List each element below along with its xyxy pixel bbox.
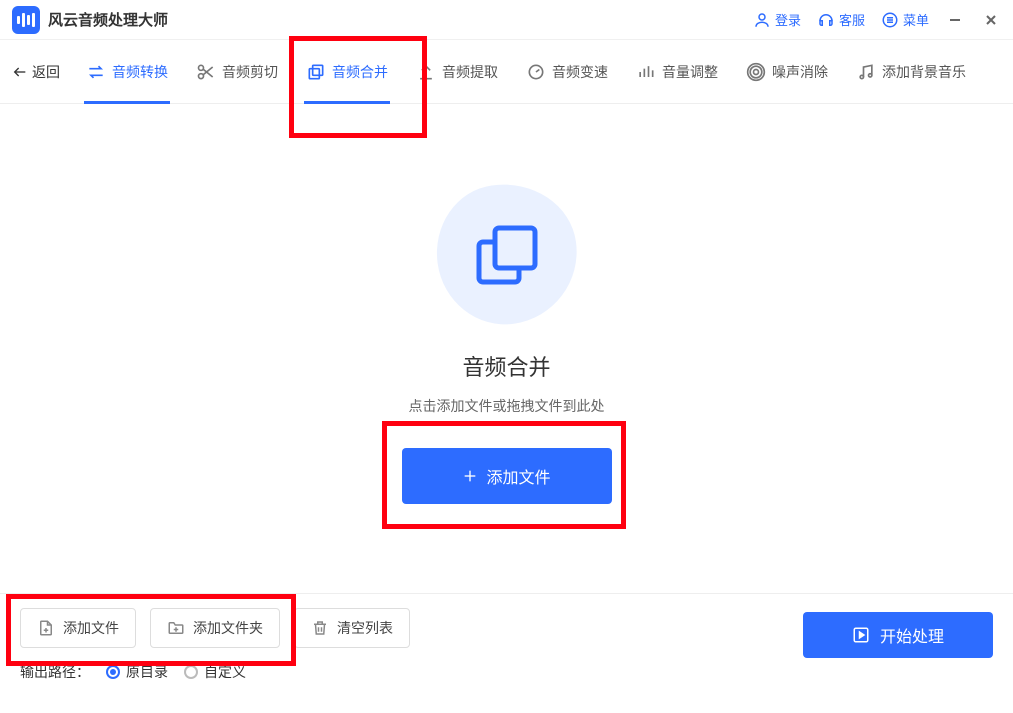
radio-dot-icon <box>184 665 198 679</box>
main-subtitle: 点击添加文件或拖拽文件到此处 <box>409 396 605 416</box>
app-title: 风云音频处理大师 <box>48 9 168 30</box>
back-label: 返回 <box>32 62 60 82</box>
logo-bars-icon <box>17 13 35 27</box>
arrow-left-icon <box>12 64 28 80</box>
volume-icon <box>636 62 656 82</box>
bottom-bar: 添加文件 添加文件夹 清空列表 输出路径： 原目录 自定义 开始处理 <box>0 593 1013 713</box>
nav-merge-label: 音频合并 <box>332 62 388 82</box>
titlebar: 风云音频处理大师 登录 客服 菜单 <box>0 0 1013 40</box>
nav-volume[interactable]: 音量调整 <box>626 40 728 104</box>
radio-custom-dir[interactable]: 自定义 <box>184 662 246 682</box>
bottom-row-output: 输出路径： 原目录 自定义 <box>20 662 993 682</box>
user-icon <box>753 11 771 29</box>
nav-speed[interactable]: 音频变速 <box>516 40 618 104</box>
close-button[interactable] <box>981 10 1001 30</box>
clear-list-label: 清空列表 <box>337 618 393 638</box>
plus-icon <box>462 468 478 484</box>
play-icon <box>852 626 870 644</box>
main-area: 音频合并 点击添加文件或拖拽文件到此处 添加文件 <box>0 104 1013 583</box>
radio-custom-label: 自定义 <box>204 662 246 682</box>
start-process-button[interactable]: 开始处理 <box>803 612 993 658</box>
nav-convert[interactable]: 音频转换 <box>76 40 178 104</box>
nav-bgm[interactable]: 添加背景音乐 <box>846 40 976 104</box>
minimize-button[interactable] <box>945 10 965 30</box>
menu-icon <box>881 11 899 29</box>
denoise-icon <box>746 62 766 82</box>
speed-icon <box>526 62 546 82</box>
radio-original-label: 原目录 <box>126 662 168 682</box>
folder-plus-icon <box>167 619 185 637</box>
merge-squares-icon <box>471 220 543 292</box>
nav-volume-label: 音量调整 <box>662 62 718 82</box>
trash-icon <box>311 619 329 637</box>
nav-cut[interactable]: 音频剪切 <box>186 40 288 104</box>
menu-label: 菜单 <box>903 10 929 29</box>
add-folder-label: 添加文件夹 <box>193 618 263 638</box>
add-file-button[interactable]: 添加文件 <box>20 608 136 648</box>
add-file-main-label: 添加文件 <box>486 464 550 488</box>
support-label: 客服 <box>839 10 865 29</box>
radio-dot-icon <box>106 665 120 679</box>
extract-icon <box>416 62 436 82</box>
back-button[interactable]: 返回 <box>12 62 60 82</box>
bgm-icon <box>856 62 876 82</box>
add-file-label: 添加文件 <box>63 618 119 638</box>
cut-icon <box>196 62 216 82</box>
convert-icon <box>86 62 106 82</box>
nav-denoise[interactable]: 噪声消除 <box>736 40 838 104</box>
radio-original-dir[interactable]: 原目录 <box>106 662 168 682</box>
close-icon <box>984 13 998 27</box>
minimize-icon <box>948 13 962 27</box>
file-plus-icon <box>37 619 55 637</box>
merge-illustration <box>437 184 577 324</box>
nav-extract-label: 音频提取 <box>442 62 498 82</box>
app-logo <box>12 6 40 34</box>
support-button[interactable]: 客服 <box>817 10 865 29</box>
nav-cut-label: 音频剪切 <box>222 62 278 82</box>
nav-bgm-label: 添加背景音乐 <box>882 62 966 82</box>
clear-list-button[interactable]: 清空列表 <box>294 608 410 648</box>
login-label: 登录 <box>775 10 801 29</box>
headset-icon <box>817 11 835 29</box>
nav-denoise-label: 噪声消除 <box>772 62 828 82</box>
menu-button[interactable]: 菜单 <box>881 10 929 29</box>
nav-extract[interactable]: 音频提取 <box>406 40 508 104</box>
start-label: 开始处理 <box>880 623 944 647</box>
nav-toolbar: 返回 音频转换 音频剪切 音频合并 音频提取 音频变速 音量调整 噪声消除 添加… <box>0 40 1013 104</box>
main-title: 音频合并 <box>462 350 550 382</box>
nav-merge[interactable]: 音频合并 <box>296 40 398 104</box>
nav-speed-label: 音频变速 <box>552 62 608 82</box>
output-path-label: 输出路径： <box>20 662 90 682</box>
add-folder-button[interactable]: 添加文件夹 <box>150 608 280 648</box>
merge-icon <box>306 62 326 82</box>
nav-convert-label: 音频转换 <box>112 62 168 82</box>
login-button[interactable]: 登录 <box>753 10 801 29</box>
titlebar-left: 风云音频处理大师 <box>12 6 168 34</box>
add-file-main-button[interactable]: 添加文件 <box>402 448 612 504</box>
titlebar-right: 登录 客服 菜单 <box>753 10 1001 30</box>
